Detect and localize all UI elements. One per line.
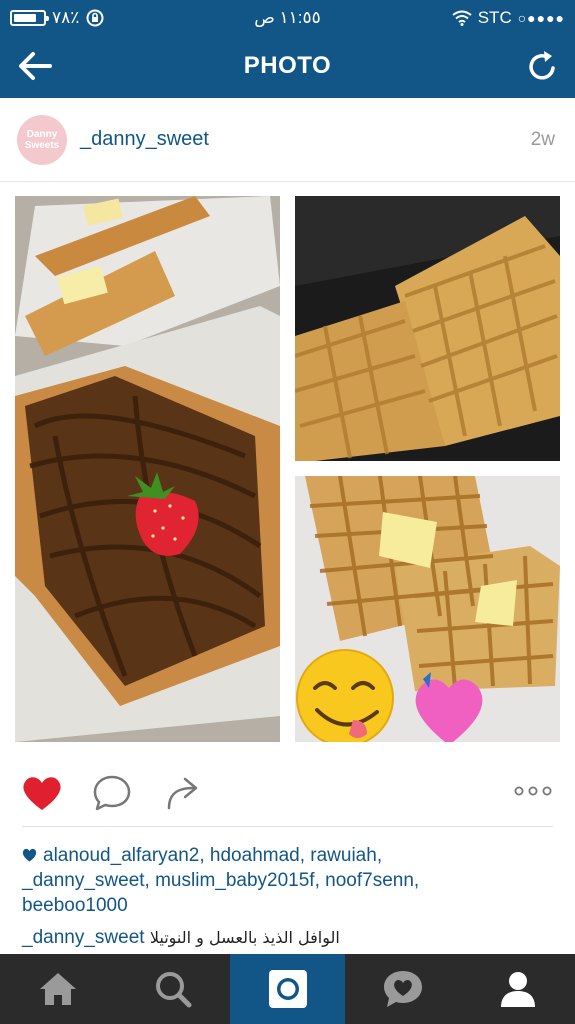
avatar-text-top: Danny <box>26 129 58 140</box>
photo-tile-waffle-iron <box>295 196 560 461</box>
liker-link[interactable]: rawuiah <box>310 845 377 866</box>
camera-icon <box>268 970 307 1008</box>
heart-icon[interactable] <box>20 774 64 812</box>
photo-tile-chocolate-waffles <box>15 196 280 742</box>
bottom-nav <box>0 954 575 1024</box>
liker-link[interactable]: _danny_sweet <box>22 870 145 891</box>
caption-text: الوافل الذيذ بالعسل و النوتيلا <box>149 928 340 947</box>
photo-tile-honey-waffles <box>295 476 560 742</box>
post-actions <box>0 756 575 828</box>
caption-username[interactable]: _danny_sweet <box>22 927 145 948</box>
nav-activity[interactable] <box>345 954 460 1024</box>
avatar[interactable]: Danny Sweets <box>17 115 67 165</box>
nav-search[interactable] <box>115 954 230 1024</box>
profile-icon <box>500 972 535 1007</box>
nav-profile[interactable] <box>460 954 575 1024</box>
status-bar: ٧٨٪ ١١:٥٥ ص STC ○●●●● <box>0 0 575 34</box>
liked-by-list: alanoud_alfaryan2, hdoahmad, rawuiah, _da… <box>22 845 420 916</box>
signal-strength: ○●●●● <box>517 10 565 26</box>
actions-divider <box>22 826 553 827</box>
nav-camera[interactable] <box>230 954 345 1024</box>
nav-home[interactable] <box>0 954 115 1024</box>
liker-link[interactable]: alanoud_alfaryan2 <box>43 845 199 866</box>
activity-icon <box>383 971 422 1007</box>
status-right: STC ○●●●● <box>452 8 565 28</box>
more-icon[interactable] <box>513 784 553 798</box>
liker-link[interactable]: hdoahmad <box>210 845 300 866</box>
post-age: 2w <box>530 129 555 150</box>
post-caption: _danny_sweet الوافل الذيذ بالعسل و النوت… <box>22 926 562 950</box>
post-header: Danny Sweets _danny_sweet 2w <box>0 98 575 182</box>
app-header: PHOTO <box>0 34 575 98</box>
avatar-text-bottom: Sweets <box>24 140 60 151</box>
refresh-icon[interactable] <box>527 48 559 84</box>
share-icon[interactable] <box>165 774 201 812</box>
post-photo[interactable] <box>0 182 575 756</box>
liker-link[interactable]: muslim_baby2015f <box>155 870 314 891</box>
liker-link[interactable]: beeboo1000 <box>22 895 128 916</box>
wifi-icon <box>452 10 472 26</box>
page-title: PHOTO <box>243 52 332 79</box>
liker-link[interactable]: noof7senn <box>325 870 414 891</box>
carrier-name: STC <box>477 8 512 27</box>
search-icon <box>155 972 191 1008</box>
home-icon <box>39 973 76 1005</box>
post-username[interactable]: _danny_sweet <box>80 128 209 151</box>
comment-icon[interactable] <box>92 774 132 812</box>
likes-heart-icon <box>22 848 37 862</box>
